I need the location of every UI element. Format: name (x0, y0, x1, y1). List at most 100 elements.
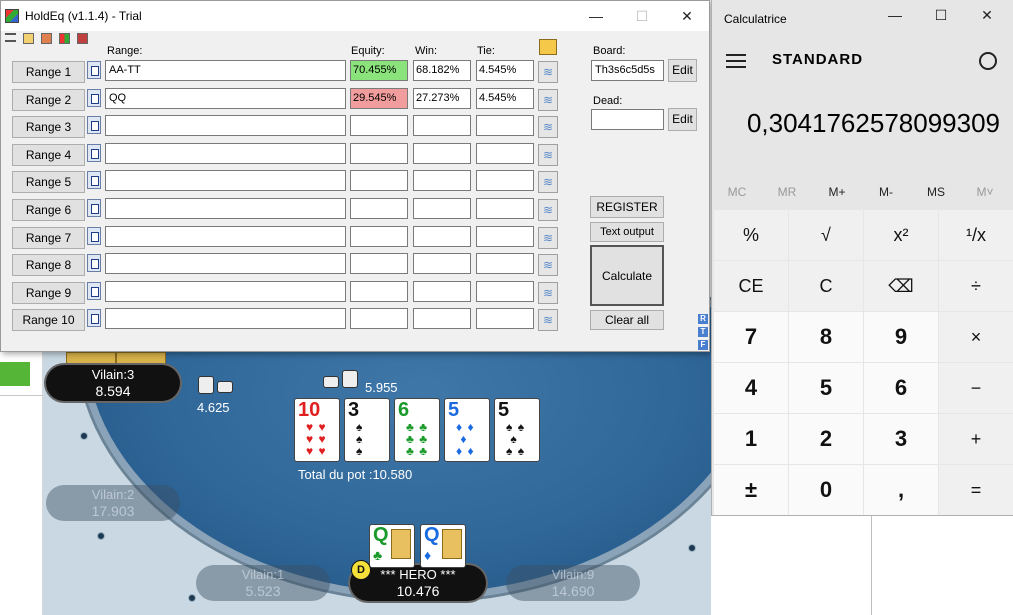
graph-icon[interactable]: ≋ (538, 199, 558, 221)
key-equals-button[interactable]: = (939, 465, 1013, 515)
range-7-input[interactable] (105, 226, 346, 247)
copy-icon[interactable] (87, 282, 101, 300)
copy-icon[interactable] (87, 61, 101, 79)
key-sqrt-button[interactable]: √ (789, 210, 863, 260)
copy-icon[interactable] (87, 171, 101, 189)
range-7-button[interactable]: Range 7 (12, 227, 85, 249)
graph-icon[interactable]: ≋ (538, 144, 558, 166)
seat-vilain-9[interactable]: Vilain:9 14.690 (506, 565, 640, 601)
copy-icon[interactable] (87, 227, 101, 245)
memory-2-button[interactable]: M+ (812, 185, 862, 199)
key-percent-button[interactable]: % (714, 210, 788, 260)
menu-icon[interactable] (5, 33, 16, 42)
range-5-input[interactable] (105, 170, 346, 191)
copy-icon[interactable] (87, 254, 101, 272)
close-button[interactable]: ✕ (664, 1, 710, 31)
memory-0-button[interactable]: MC (712, 185, 762, 199)
key-3-button[interactable]: 3 (864, 414, 938, 464)
range-3-input[interactable] (105, 115, 346, 136)
new-icon[interactable] (23, 33, 34, 44)
key-1-button[interactable]: 1 (714, 414, 788, 464)
range-10-button[interactable]: Range 10 (12, 309, 85, 331)
hamburger-menu-icon[interactable] (726, 54, 746, 68)
dead-input[interactable] (591, 109, 664, 130)
side-f-button[interactable]: F (698, 340, 708, 350)
minimize-button[interactable]: — (872, 0, 918, 30)
history-icon[interactable] (979, 52, 997, 70)
copy-icon[interactable] (87, 309, 101, 327)
graph-icon[interactable]: ≋ (538, 282, 558, 304)
board-input[interactable]: Th3s6c5d5s (591, 60, 664, 81)
grid-icon[interactable] (59, 33, 70, 44)
copy-icon[interactable] (87, 144, 101, 162)
range-1-button[interactable]: Range 1 (12, 61, 85, 83)
key-clear-button[interactable]: C (789, 261, 863, 311)
key-6-button[interactable]: 6 (864, 363, 938, 413)
range-3-button[interactable]: Range 3 (12, 116, 85, 138)
side-r-button[interactable]: R (698, 314, 708, 324)
title-bar[interactable]: HoldEq (v1.1.4) - Trial — ☐ ✕ (1, 1, 709, 31)
open-icon[interactable] (41, 33, 52, 44)
dead-edit-button[interactable]: Edit (668, 108, 697, 131)
key-0-button[interactable]: 0 (789, 465, 863, 515)
calculate-button[interactable]: Calculate (590, 245, 664, 306)
folder-icon[interactable] (539, 39, 557, 55)
range-4-button[interactable]: Range 4 (12, 144, 85, 166)
key-2-button[interactable]: 2 (789, 414, 863, 464)
minimize-button[interactable]: — (573, 1, 619, 31)
side-t-button[interactable]: T (698, 327, 708, 337)
range-6-input[interactable] (105, 198, 346, 219)
seat-vilain-3[interactable]: Vilain:3 8.594 (46, 365, 180, 401)
graph-icon[interactable]: ≋ (538, 116, 558, 138)
key-reciprocal-button[interactable]: ¹/x (939, 210, 1013, 260)
range-6-button[interactable]: Range 6 (12, 199, 85, 221)
memory-4-button[interactable]: MS (911, 185, 961, 199)
range-4-input[interactable] (105, 143, 346, 164)
key-add-button[interactable]: + (939, 414, 1013, 464)
key-multiply-button[interactable]: × (939, 312, 1013, 362)
key-9-button[interactable]: 9 (864, 312, 938, 362)
range-10-input[interactable] (105, 308, 346, 329)
close-button[interactable]: ✕ (964, 0, 1010, 30)
seat-vilain-1[interactable]: Vilain:1 5.523 (196, 565, 330, 601)
graph-icon[interactable]: ≋ (538, 171, 558, 193)
copy-icon[interactable] (87, 116, 101, 134)
memory-5-button[interactable]: M˅ (960, 185, 1010, 199)
key-negate-button[interactable]: ± (714, 465, 788, 515)
text-output-button[interactable]: Text output (590, 222, 664, 242)
key-decimal-button[interactable]: , (864, 465, 938, 515)
key-8-button[interactable]: 8 (789, 312, 863, 362)
key-backspace-button[interactable]: ⌫ (864, 261, 938, 311)
graph-icon[interactable]: ≋ (538, 61, 558, 83)
register-button[interactable]: REGISTER (590, 196, 664, 218)
memory-1-button[interactable]: MR (762, 185, 812, 199)
key-clear-entry-button[interactable]: CE (714, 261, 788, 311)
graph-icon[interactable]: ≋ (538, 309, 558, 331)
key-7-button[interactable]: 7 (714, 312, 788, 362)
range-2-button[interactable]: Range 2 (12, 89, 85, 111)
maximize-button[interactable]: ☐ (918, 0, 964, 30)
range-8-button[interactable]: Range 8 (12, 254, 85, 276)
range-8-input[interactable] (105, 253, 346, 274)
range-1-input[interactable]: AA-TT (105, 60, 346, 81)
maximize-button[interactable]: ☐ (619, 1, 665, 31)
range-2-input[interactable]: QQ (105, 88, 346, 109)
graph-icon[interactable]: ≋ (538, 89, 558, 111)
key-divide-button[interactable]: ÷ (939, 261, 1013, 311)
memory-3-button[interactable]: M- (861, 185, 911, 199)
range-9-input[interactable] (105, 281, 346, 302)
range-9-button[interactable]: Range 9 (12, 282, 85, 304)
copy-icon[interactable] (87, 199, 101, 217)
stop-icon[interactable] (77, 33, 88, 44)
key-subtract-button[interactable]: − (939, 363, 1013, 413)
graph-icon[interactable]: ≋ (538, 227, 558, 249)
board-edit-button[interactable]: Edit (668, 59, 697, 82)
copy-icon[interactable] (87, 89, 101, 107)
clear-all-button[interactable]: Clear all (590, 310, 664, 330)
range-5-button[interactable]: Range 5 (12, 171, 85, 193)
seat-vilain-2[interactable]: Vilain:2 17.903 (46, 485, 180, 521)
key-4-button[interactable]: 4 (714, 363, 788, 413)
graph-icon[interactable]: ≋ (538, 254, 558, 276)
key-5-button[interactable]: 5 (789, 363, 863, 413)
key-square-button[interactable]: x² (864, 210, 938, 260)
